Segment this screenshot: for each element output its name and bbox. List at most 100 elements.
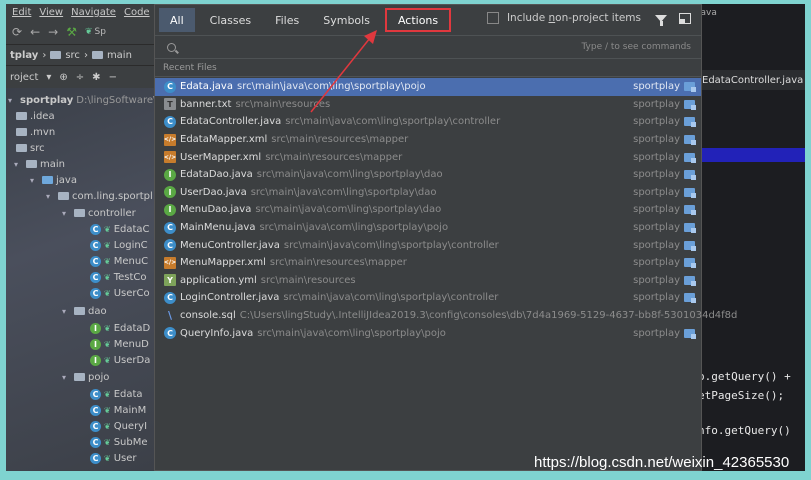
editor-area: java EdataController.java × o.getQuery()… bbox=[694, 4, 805, 471]
tree-node-file[interactable]: C ❦ MenuC bbox=[90, 253, 148, 269]
tree-node-pojo[interactable]: ▾ pojo bbox=[62, 369, 109, 385]
menu-edit[interactable]: Edit bbox=[12, 7, 31, 18]
tree-node-file[interactable]: C ❦ TestCo bbox=[90, 269, 147, 285]
tree-node-controller[interactable]: ▾ controller bbox=[62, 205, 136, 221]
tree-node-dao[interactable]: ▾ dao bbox=[62, 303, 107, 319]
result-item[interactable]: C EdataController.java src\main\java\com\l… bbox=[155, 113, 701, 131]
tab-label: All bbox=[170, 13, 184, 27]
result-path: src\main\resources bbox=[235, 98, 331, 110]
minus-icon[interactable]: − bbox=[109, 72, 117, 83]
locate-icon[interactable]: ⊕ bbox=[59, 72, 67, 83]
sync-icon[interactable]: ⟳ bbox=[12, 25, 22, 39]
module-label: sportplay bbox=[633, 257, 680, 269]
tree-node-root[interactable]: ▾ sportplay D:\lingSoftware\Jav bbox=[8, 92, 171, 108]
result-item[interactable]: </> EdataMapper.xml src\main\resources\map… bbox=[155, 131, 701, 149]
package-icon bbox=[74, 373, 85, 381]
result-item[interactable]: C MainMenu.java src\main\java\com\ling\spo… bbox=[155, 219, 701, 237]
result-item[interactable]: </> UserMapper.xml src\main\resources\mapp… bbox=[155, 148, 701, 166]
spring-bean-icon: ❦ bbox=[104, 453, 111, 463]
result-name: LoginController.java bbox=[180, 292, 280, 304]
breadcrumb-main[interactable]: main bbox=[107, 50, 132, 61]
expand-arrow-icon[interactable]: ▾ bbox=[30, 176, 39, 185]
result-item[interactable]: I EdataDao.java src\main\java\com\ling\spo… bbox=[155, 166, 701, 184]
tab-all[interactable]: All bbox=[159, 8, 195, 32]
tree-node-java[interactable]: ▾ java bbox=[30, 172, 77, 188]
tree-node-file[interactable]: C ❦ MainM bbox=[90, 402, 146, 418]
tree-node-mvn[interactable]: .mvn bbox=[16, 124, 55, 140]
module-icon bbox=[684, 328, 696, 339]
code-line[interactable]: o.getQuery() + bbox=[698, 370, 791, 383]
breadcrumb-src[interactable]: src bbox=[65, 50, 80, 61]
expand-arrow-icon[interactable]: ▾ bbox=[46, 192, 55, 201]
tree-node-file[interactable]: C ❦ Edata bbox=[90, 386, 143, 402]
class-icon: C bbox=[90, 404, 101, 416]
result-name: MenuController.java bbox=[180, 239, 280, 251]
spring-bean-icon: ❦ bbox=[104, 288, 111, 298]
project-view-selector[interactable]: roject bbox=[10, 72, 38, 83]
expand-arrow-icon[interactable]: ▾ bbox=[62, 373, 71, 382]
include-non-project-checkbox[interactable] bbox=[486, 12, 499, 24]
tree-node-file[interactable]: C ❦ SubMe bbox=[90, 434, 148, 450]
tree-node-package[interactable]: ▾ com.ling.sportpl bbox=[46, 188, 153, 204]
expand-arrow-icon[interactable]: ▾ bbox=[14, 160, 23, 169]
result-item[interactable]: Tbanner.txt src\main\resources sportplay bbox=[155, 96, 701, 114]
module-icon bbox=[684, 135, 696, 146]
tab-files[interactable]: Files bbox=[264, 8, 310, 32]
result-item[interactable]: I UserDao.java src\main\java\com\ling\spor… bbox=[155, 184, 701, 202]
forward-icon[interactable]: → bbox=[48, 25, 58, 39]
menu-view[interactable]: View bbox=[39, 7, 63, 18]
menu-navigate[interactable]: Navigate bbox=[71, 7, 116, 18]
result-item[interactable]: C MenuController.java src\main\java\com\li… bbox=[155, 236, 701, 254]
tree-node-src[interactable]: src bbox=[16, 140, 45, 156]
result-item[interactable]: C LoginController.java src\main\java\com\l… bbox=[155, 289, 701, 307]
result-path: src\main\resources\mapper bbox=[271, 134, 409, 146]
expand-arrow-icon[interactable]: ▾ bbox=[62, 307, 71, 316]
code-line[interactable]: nfo.getQuery() bbox=[698, 424, 791, 437]
build-hammer-icon[interactable]: ⚒ bbox=[66, 25, 77, 39]
class-icon: C bbox=[90, 223, 101, 235]
open-in-window-icon[interactable] bbox=[679, 12, 691, 24]
tree-node-file[interactable]: I ❦ MenuD bbox=[90, 336, 149, 352]
tree-node-file[interactable]: C ❦ User bbox=[90, 450, 137, 466]
result-module: sportplay bbox=[633, 328, 696, 339]
result-name: application.yml bbox=[180, 274, 257, 286]
tree-node-file[interactable]: I ❦ UserDa bbox=[90, 352, 150, 368]
include-non-project-label[interactable]: Include non-project items bbox=[507, 12, 641, 24]
expand-arrow-icon[interactable]: ▾ bbox=[62, 209, 71, 218]
breadcrumb-project[interactable]: tplay bbox=[10, 50, 38, 61]
tree-node-main[interactable]: ▾ main bbox=[14, 156, 65, 172]
result-item[interactable]: </> MenuMapper.xml src\main\resources\mapp… bbox=[155, 254, 701, 272]
tree-node-file[interactable]: C ❦ LoginC bbox=[90, 237, 148, 253]
result-item[interactable]: I MenuDao.java src\main\java\com\ling\spor… bbox=[155, 201, 701, 219]
chevron-down-icon[interactable]: ▾ bbox=[46, 72, 51, 83]
tree-node-file[interactable]: C ❦ UserCo bbox=[90, 285, 150, 301]
collapse-icon[interactable]: ÷ bbox=[76, 72, 84, 83]
gear-icon[interactable]: ✱ bbox=[92, 72, 100, 83]
result-module: sportplay bbox=[633, 134, 696, 146]
menu-code[interactable]: Code bbox=[124, 7, 150, 18]
module-label: sportplay bbox=[633, 169, 680, 181]
tree-node-idea[interactable]: .idea bbox=[16, 108, 55, 124]
tab-actions[interactable]: Actions bbox=[384, 8, 452, 32]
editor-tab[interactable]: EdataController.java × bbox=[698, 70, 805, 90]
class-icon: C bbox=[90, 420, 101, 432]
code-line[interactable]: etPageSize(); bbox=[698, 389, 784, 402]
result-name: console.sql bbox=[180, 310, 236, 322]
result-item[interactable]: C QueryInfo.java src\main\java\com\ling\sp… bbox=[155, 324, 701, 342]
tree-node-file[interactable]: I ❦ EdataD bbox=[90, 320, 150, 336]
expand-arrow-icon[interactable]: ▾ bbox=[8, 96, 17, 105]
search-input[interactable] bbox=[182, 40, 582, 54]
run-config-selector[interactable]: ❦ Sp bbox=[85, 27, 106, 37]
tree-node-file[interactable]: C ❦ QueryI bbox=[90, 418, 147, 434]
result-item[interactable]: \ console.sql C:\Users\lingStudy\.IntelliJ… bbox=[155, 307, 737, 325]
yaml-file-icon: Y bbox=[164, 274, 176, 287]
back-icon[interactable]: ← bbox=[30, 25, 40, 39]
result-item[interactable]: Yapplication.yml src\main\resources sportp… bbox=[155, 272, 701, 290]
spring-bean-icon: ❦ bbox=[104, 355, 111, 365]
tab-classes[interactable]: Classes bbox=[199, 8, 262, 32]
tab-symbols[interactable]: Symbols bbox=[312, 8, 381, 32]
filter-icon[interactable] bbox=[655, 14, 667, 26]
class-icon: C bbox=[90, 271, 101, 283]
result-item[interactable]: C Edata.java src\main\java\com\ling\sportp… bbox=[155, 78, 701, 96]
tree-node-file[interactable]: C ❦ EdataC bbox=[90, 221, 150, 237]
